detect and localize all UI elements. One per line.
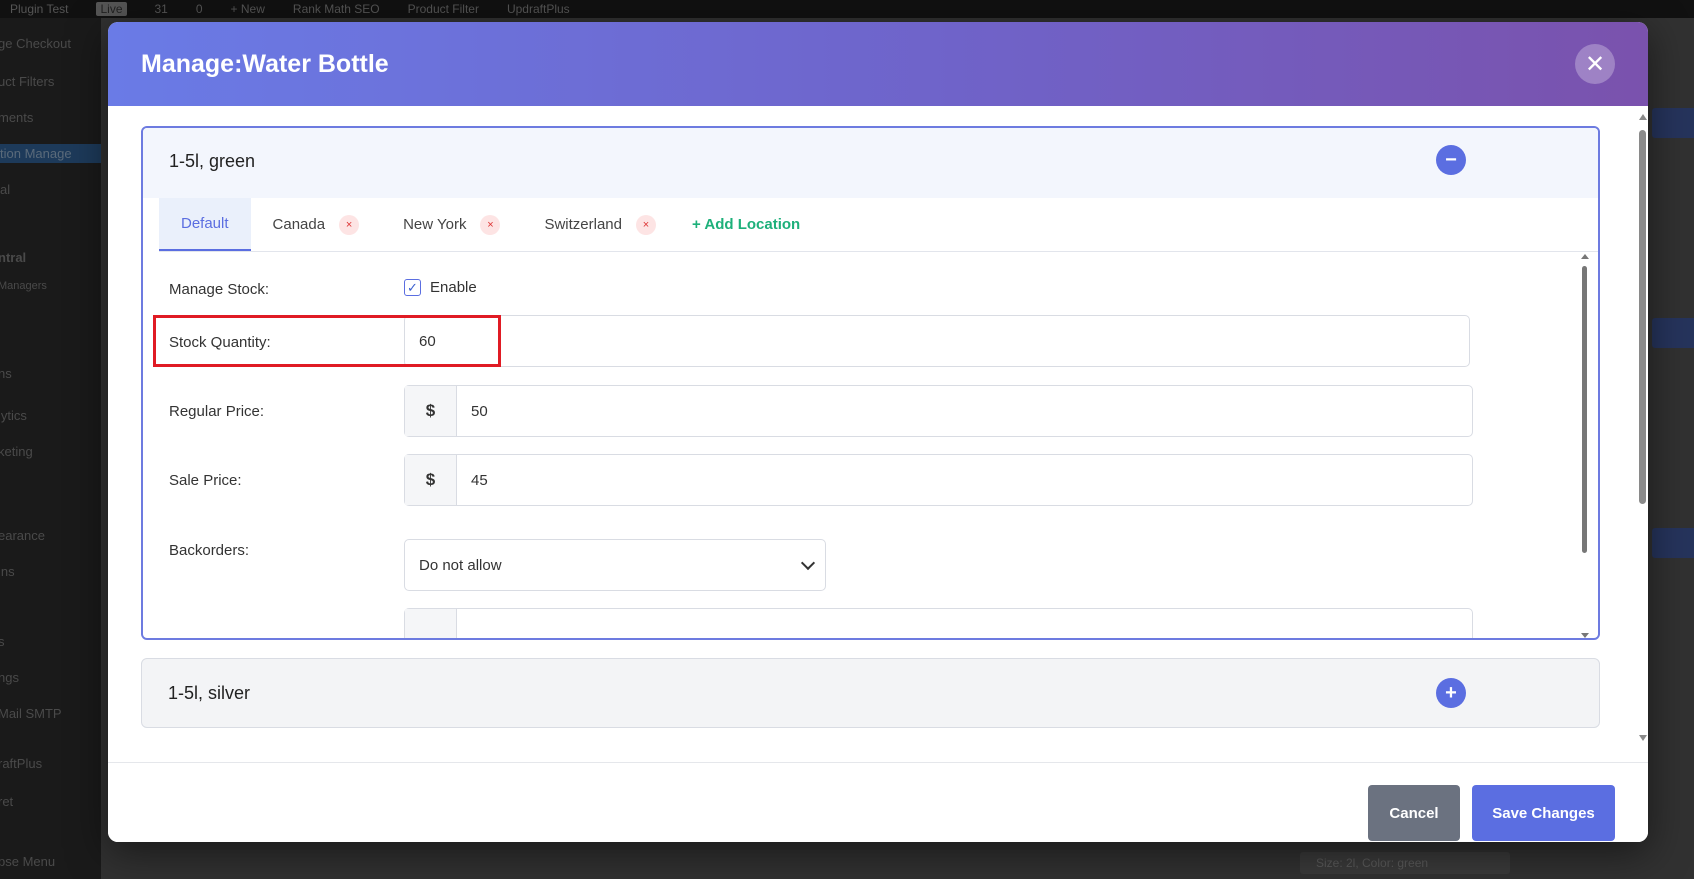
sidebar-item: ns	[0, 366, 12, 381]
variation-title: 1-5l, green	[169, 151, 256, 171]
modal-body: 1-5l, green − Default Canada × New York …	[108, 106, 1648, 762]
chevron-down-icon	[800, 555, 816, 571]
add-location-button[interactable]: + Add Location	[678, 198, 822, 251]
remove-location-icon[interactable]: ×	[636, 214, 656, 235]
tab-label: Default	[181, 215, 229, 232]
sidebar-item: ge Checkout	[0, 36, 71, 51]
scroll-down-icon[interactable]	[1639, 735, 1647, 741]
sidebar-item: ins	[0, 564, 15, 579]
scroll-up-icon[interactable]	[1581, 254, 1589, 259]
regular-price-value: 50	[471, 402, 488, 420]
stock-quantity-value: 60	[419, 332, 436, 350]
plus-icon: +	[1445, 682, 1457, 704]
sidebar-item-active: tion Manage	[0, 144, 101, 163]
admin-bar-item: 31	[154, 2, 168, 16]
stock-form: Manage Stock: ✓ Enable Stock Quantity: 6…	[143, 252, 1598, 638]
tab-new-york[interactable]: New York ×	[381, 198, 522, 251]
sidebar-item: raftPlus	[0, 756, 43, 771]
tab-default[interactable]: Default	[159, 198, 251, 251]
close-button[interactable]: ✕	[1575, 44, 1615, 84]
manage-stock-option-label: Enable	[430, 279, 477, 296]
admin-bar: Plugin Test Live 31 0 + New Rank Math SE…	[0, 0, 1694, 18]
location-tabs: Default Canada × New York × Switzerland …	[159, 198, 1598, 252]
remove-location-icon[interactable]: ×	[480, 214, 501, 235]
backorders-value: Do not allow	[419, 556, 502, 574]
manage-stock-checkbox[interactable]: ✓	[404, 279, 421, 296]
admin-bar-item: + New	[230, 2, 265, 16]
collapse-button[interactable]: −	[1436, 145, 1466, 175]
variation-title: 1-5l, silver	[168, 683, 251, 703]
modal-scrollbar[interactable]	[1637, 112, 1648, 742]
save-changes-button[interactable]: Save Changes	[1472, 785, 1615, 841]
scroll-down-icon[interactable]	[1581, 633, 1589, 638]
backorders-select[interactable]: Do not allow	[404, 539, 826, 591]
minus-icon: −	[1445, 149, 1457, 171]
remove-location-icon[interactable]: ×	[339, 214, 360, 235]
admin-right-column	[1648, 18, 1694, 879]
sidebar-item: pse Menu	[0, 854, 56, 869]
scroll-up-icon[interactable]	[1639, 114, 1647, 120]
sale-price-input[interactable]: $ 45	[404, 454, 1473, 506]
bg-manage-button	[1652, 108, 1694, 138]
scrollbar-thumb[interactable]	[1582, 266, 1587, 553]
expand-button[interactable]: +	[1436, 678, 1466, 708]
cancel-button[interactable]: Cancel	[1368, 785, 1460, 841]
admin-bar-item: UpdraftPlus	[506, 2, 570, 16]
modal-title: Manage:Water Bottle	[141, 50, 389, 78]
sidebar-item: keting	[0, 444, 33, 459]
tab-switzerland[interactable]: Switzerland ×	[522, 198, 678, 251]
close-icon: ✕	[1584, 50, 1606, 78]
modal-footer: Cancel Save Changes	[108, 762, 1648, 842]
sidebar-item: s	[0, 634, 5, 649]
admin-bar-item: Plugin Test	[10, 2, 69, 16]
manage-modal: Manage:Water Bottle ✕ 1-5l, green − Defa…	[108, 22, 1648, 842]
variation-panel[interactable]: 1-5l, silver +	[141, 658, 1600, 728]
bg-manage-button	[1652, 528, 1694, 558]
manage-stock-label: Manage Stock:	[169, 281, 270, 298]
admin-bar-item: 0	[195, 2, 203, 16]
sidebar-item: Mail SMTP	[0, 706, 62, 721]
modal-header: Manage:Water Bottle ✕	[108, 22, 1648, 106]
scrollbar-thumb[interactable]	[1639, 130, 1646, 504]
tab-label: New York	[403, 216, 467, 233]
manage-stock-control: ✓ Enable	[404, 279, 477, 296]
checkmark-icon: ✓	[407, 279, 418, 295]
stock-quantity-label: Stock Quantity:	[169, 334, 271, 351]
variation-header[interactable]: 1-5l, green −	[143, 128, 1598, 198]
admin-bar-item: Rank Math SEO	[292, 2, 380, 16]
admin-sidebar: ge Checkout uct Filters ments tion Manag…	[0, 18, 101, 879]
sidebar-item: ngs	[0, 670, 19, 685]
sidebar-item: uct Filters	[0, 74, 55, 89]
sidebar-item: lytics	[0, 408, 27, 423]
sidebar-item: al	[0, 182, 11, 197]
variation-panel: 1-5l, green − Default Canada × New York …	[141, 126, 1600, 640]
sidebar-item: earance	[0, 528, 45, 543]
currency-prefix: $	[405, 386, 457, 436]
sale-price-value: 45	[471, 471, 488, 489]
admin-bar-item: Product Filter	[407, 2, 479, 16]
sidebar-item: ntral	[0, 250, 27, 265]
sale-price-label: Sale Price:	[169, 472, 242, 489]
currency-prefix	[405, 609, 457, 638]
sidebar-item: Managers	[0, 280, 47, 292]
regular-price-label: Regular Price:	[169, 403, 265, 420]
form-scrollbar[interactable]	[1580, 254, 1590, 638]
next-field-input[interactable]	[404, 608, 1473, 638]
tab-label: Canada	[272, 216, 326, 233]
sidebar-item: ments	[0, 110, 34, 125]
tab-canada[interactable]: Canada ×	[251, 198, 382, 251]
regular-price-input[interactable]: $ 50	[404, 385, 1473, 437]
bg-manage-button	[1652, 318, 1694, 348]
admin-bar-badge: Live	[96, 2, 127, 16]
currency-prefix: $	[405, 455, 457, 505]
backorders-label: Backorders:	[169, 542, 250, 559]
sidebar-item: ret	[0, 794, 14, 809]
stock-quantity-input[interactable]: 60	[404, 315, 1470, 367]
tab-label: Switzerland	[544, 216, 622, 233]
bg-variation-label: Size: 2l, Color: green	[1300, 852, 1510, 874]
